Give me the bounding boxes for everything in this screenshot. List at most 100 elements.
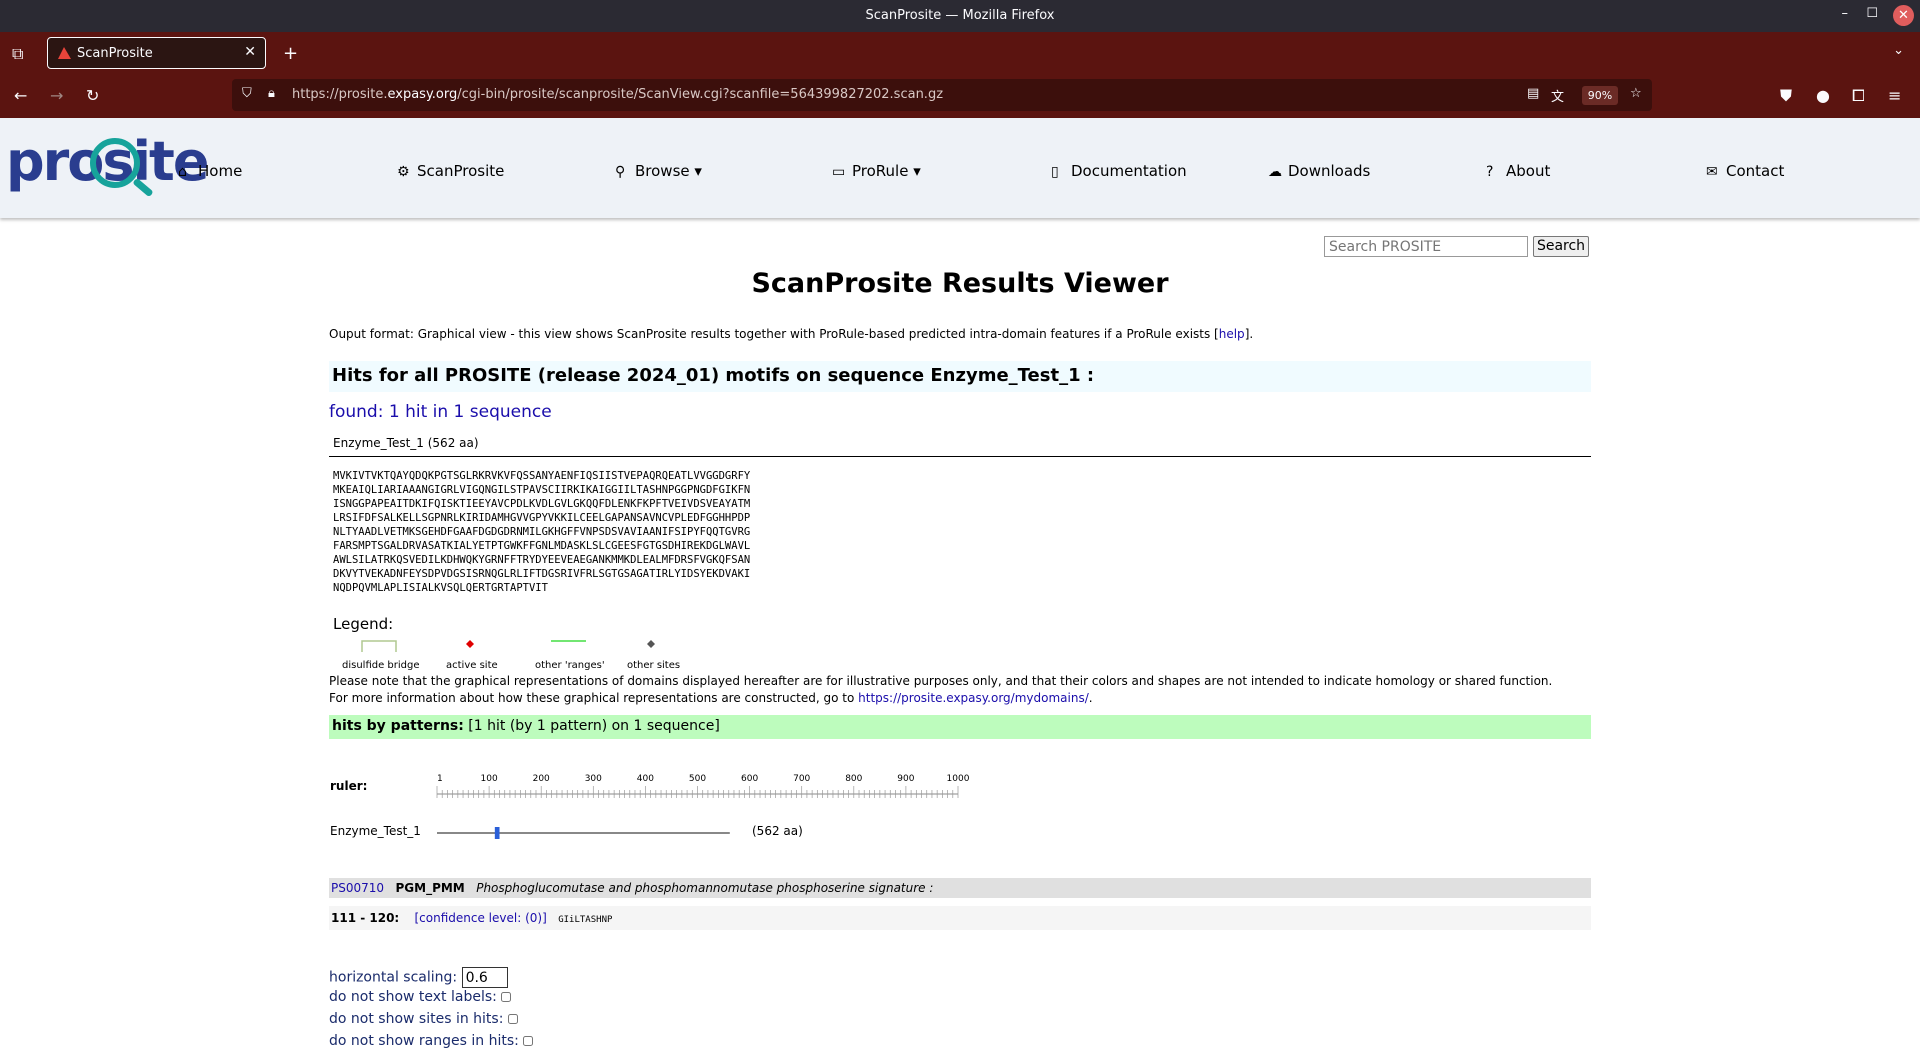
hits-heading: Hits for all PROSITE (release 2024_01) m… [329, 361, 1591, 392]
other-sites-symbol [647, 640, 655, 648]
nav-documentation[interactable]: ▯ Documentation [1051, 162, 1187, 180]
bookmark-star-icon[interactable]: ☆ [1630, 86, 1642, 101]
hit-accession-link[interactable]: PS00710 [331, 881, 384, 895]
tracking-protection-icon[interactable]: ⛉ [242, 86, 252, 101]
close-window-icon[interactable]: ✕ [1893, 5, 1914, 26]
nav-prorule-label: ProRule [852, 162, 909, 180]
nav-browse-label: Browse [635, 162, 690, 180]
sequence-name: Enzyme_Test_1 (562 aa) [333, 436, 479, 450]
lock-icon[interactable]: 🔒︎ [268, 86, 275, 101]
ruler-icon: ▭ [832, 164, 846, 180]
magnifier-icon [90, 138, 140, 188]
sequence-line: AWLSILATRKQSVEDILKDHWQKYGRNFFTRYDYEEVEAE… [333, 554, 751, 566]
confidence-level-link[interactable]: [confidence level: (0)] [415, 911, 547, 925]
menu-icon[interactable]: ≡ [1888, 86, 1901, 105]
mydomains-note: For more information about how these gra… [329, 691, 1093, 705]
pocket-icon[interactable]: ⛊ [1780, 86, 1792, 106]
forward-icon[interactable]: → [50, 86, 63, 105]
patterns-label: hits by patterns: [332, 718, 464, 734]
prosite-logo[interactable]: prosite [6, 130, 209, 205]
no-text-labels-checkbox[interactable] [501, 992, 512, 1002]
search-button[interactable]: Search [1533, 236, 1589, 257]
nav-prorule[interactable]: ▭ ProRule ▾ [832, 162, 921, 180]
no-sites-label: do not show sites in hits: [329, 1011, 504, 1027]
patterns-summary-bar: hits by patterns: [1 hit (by 1 pattern) … [329, 715, 1591, 739]
ruler-tick-label: 1000 [947, 774, 970, 784]
nav-browse[interactable]: ⚲ Browse ▾ [615, 162, 702, 180]
url-bar[interactable]: ⛉ 🔒︎ https://prosite.expasy.org/cgi-bin/… [232, 79, 1652, 111]
sequence-track [437, 827, 730, 839]
minimize-icon[interactable]: – [1842, 6, 1849, 21]
hit-description: Phosphoglucomutase and phosphomannomutas… [476, 881, 934, 895]
no-ranges-label: do not show ranges in hits: [329, 1033, 519, 1049]
sequence-line: LRSIFDFSALKELLSGPNRLKIRIDAMHGVVGPYVKKILC… [333, 512, 751, 524]
legend-other-ranges: other 'ranges' [535, 660, 605, 671]
sequence-line: DKVYTVEKADNFEYSDPVDGSISRNQGLRLIFTDGSRIVF… [333, 568, 751, 580]
search-prosite-input[interactable] [1324, 236, 1528, 257]
extensions-icon[interactable]: ⧠ [1852, 86, 1865, 106]
sequence-line: MKEAIQLIARIAAANGIGRLVIGQNGILSTPAVSCIIRKI… [333, 484, 751, 496]
zoom-level[interactable]: 90% [1582, 86, 1618, 105]
tab-label: ScanProsite [77, 46, 153, 61]
no-ranges-checkbox[interactable] [523, 1036, 534, 1046]
url-text[interactable]: https://prosite.expasy.org/cgi-bin/prosi… [292, 87, 943, 102]
nav-about[interactable]: ? About [1486, 162, 1550, 180]
track-sequence-name: Enzyme_Test_1 [330, 824, 421, 838]
ruler-tick-label: 400 [637, 774, 654, 784]
site-header: prosite ⌂ Home ⚙ ScanProsite ⚲ Browse ▾ ▭ Pr… [0, 118, 1920, 218]
legend-disulfide-bridge: disulfide bridge [342, 660, 420, 671]
ruler-tick-label: 600 [741, 774, 758, 784]
window-title: ScanProsite — Mozilla Firefox [865, 8, 1055, 23]
gear-icon: ⚙ [397, 164, 410, 180]
mydomains-link[interactable]: https://prosite.expasy.org/mydomains/ [858, 691, 1089, 705]
nav-about-label: About [1506, 162, 1551, 180]
nav-home-label: Home [198, 162, 243, 180]
translate-icon[interactable]: 文 [1551, 86, 1564, 105]
reload-icon[interactable]: ↻ [86, 86, 99, 105]
nav-contact[interactable]: ✉ Contact [1706, 162, 1784, 180]
nav-home[interactable]: ⌂ Home [178, 162, 242, 180]
ruler: 1 100 200 300 400 500 600 700 800 900 1000 [436, 774, 970, 798]
no-sites-checkbox[interactable] [507, 1014, 518, 1024]
page-title: ScanProsite Results Viewer [751, 268, 1169, 299]
back-icon[interactable]: ← [14, 86, 27, 105]
list-all-tabs-icon[interactable]: ⌄ [1893, 43, 1904, 58]
no-ranges-option: do not show ranges in hits: [329, 1033, 534, 1049]
output-format-end: ]. [1244, 327, 1254, 341]
question-icon: ? [1486, 164, 1494, 180]
cloud-download-icon: ☁ [1268, 164, 1282, 180]
sequence-line: NQDPQVMLAPLISIALKVSQLQERTGRTAPTVIT [333, 582, 548, 594]
track-length: (562 aa) [752, 824, 803, 838]
tab-overview-icon[interactable]: ⧉ [12, 44, 23, 64]
reader-view-icon[interactable]: ▤ [1527, 86, 1539, 101]
nav-scanprosite[interactable]: ⚙ ScanProsite [397, 162, 504, 180]
sequence-line: ISNGGPAPEAITDKIFQISKTIEEYAVCPDLKVDLGVLGK… [333, 498, 751, 510]
tab-bar: ⧉ ScanProsite ✕ + ⌄ [0, 32, 1920, 74]
close-tab-icon[interactable]: ✕ [244, 44, 256, 60]
tab-scanprosite[interactable]: ScanProsite ✕ [47, 37, 266, 69]
nav-downloads-label: Downloads [1288, 162, 1371, 180]
nav-downloads[interactable]: ☁ Downloads [1268, 162, 1370, 180]
search-icon: ⚲ [615, 164, 626, 180]
mydomains-prefix: For more information about how these gra… [329, 691, 859, 705]
output-format-desc: Ouput format: Graphical view - this view… [329, 327, 1219, 341]
sequence-line: NLTYAADLVETMKSGEHDFGAAFDGDGDRNMILGKHGFFV… [333, 526, 751, 538]
envelope-icon: ✉ [1706, 164, 1718, 180]
horizontal-scaling-option: horizontal scaling: [329, 967, 508, 988]
horizontal-scaling-input[interactable] [461, 967, 508, 988]
help-link[interactable]: help [1219, 327, 1245, 341]
hit-row: PS00710 PGM_PMM Phosphoglucomutase and p… [329, 878, 1591, 898]
output-format-text: Ouput format: Graphical view - this view… [329, 327, 1253, 341]
ruler-tick-label: 300 [585, 774, 602, 784]
caret-down-icon: ▾ [694, 162, 702, 180]
maximize-icon[interactable]: ☐ [1866, 6, 1878, 21]
ruler-tick-label: 100 [481, 774, 498, 784]
account-icon[interactable]: ● [1816, 86, 1830, 105]
legend-label: Legend: [333, 615, 394, 633]
sequence-line: FARSMPTSGALDRVASATKIALYETPTGWKFFGNLMDASK… [333, 540, 751, 552]
hit-marker [494, 827, 500, 839]
new-tab-icon[interactable]: + [283, 43, 298, 64]
no-sites-option: do not show sites in hits: [329, 1011, 518, 1027]
mydomains-suffix: . [1088, 691, 1093, 705]
hit-range: 111 - 120: [331, 911, 400, 925]
